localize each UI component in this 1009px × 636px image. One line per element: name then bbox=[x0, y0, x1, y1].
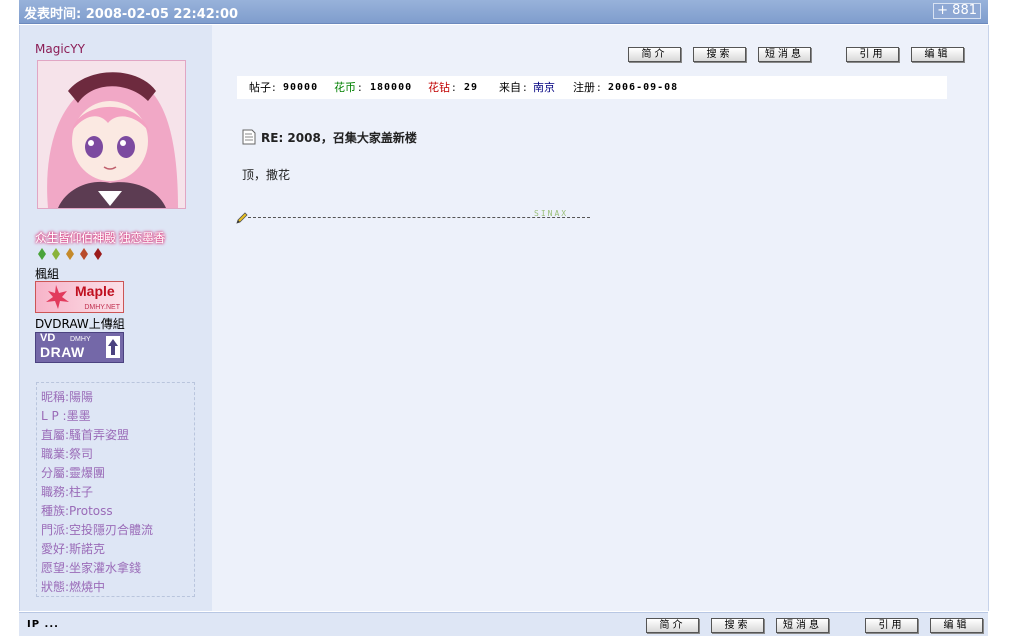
footer-search-button[interactable]: 搜索 bbox=[711, 618, 764, 633]
register-label: 注册 bbox=[573, 81, 595, 94]
dvdraw-badge-logo[interactable]: VD DMHY DRAW bbox=[35, 332, 124, 363]
user-stats-bar: 帖子 : 90000 花币 : 180000 花钻 : 29 来自 : 南京 注… bbox=[237, 76, 947, 99]
from-value: 南京 bbox=[533, 81, 555, 94]
pencil-icon bbox=[236, 212, 248, 224]
user-sidebar: MagicYY 众生皆仰伯神殿 独恋墨香 楓組 Maple DMHY.NET D… bbox=[19, 25, 212, 611]
maple-badge-logo[interactable]: Maple DMHY.NET bbox=[35, 281, 124, 313]
profile-button[interactable]: 简介 bbox=[628, 47, 681, 62]
quote-button[interactable]: 引用 bbox=[846, 47, 899, 62]
document-icon bbox=[242, 129, 256, 145]
post-footer: IP ... 简介 搜索 短消息 引用 编辑 bbox=[19, 612, 988, 636]
coins-label: 花币 bbox=[334, 81, 356, 94]
group-label-maple: 楓組 bbox=[35, 267, 60, 281]
user-signature: 众生皆仰伯神殿 独恋墨香 bbox=[35, 231, 165, 245]
edit-button[interactable]: 编辑 bbox=[911, 47, 964, 62]
profile-wish: 愿望:坐家灌水拿錢 bbox=[41, 561, 142, 575]
profile-lp: L P :墨墨 bbox=[41, 409, 91, 423]
profile-race: 種族:Protoss bbox=[41, 504, 113, 518]
post-title: RE: 2008，召集大家盖新楼 bbox=[261, 131, 417, 145]
floor-number-button[interactable]: + 881 bbox=[933, 3, 981, 19]
posts-label: 帖子 bbox=[249, 81, 271, 94]
signature-logo-text: SINAX bbox=[534, 209, 569, 218]
diamonds-label: 花钻 bbox=[428, 81, 450, 94]
diamonds-value: 29 bbox=[464, 82, 479, 93]
group-label-dvdraw: DVDRAW上傳組 bbox=[35, 317, 125, 331]
post-body: 顶，撒花 bbox=[242, 168, 291, 182]
footer-profile-button[interactable]: 简介 bbox=[646, 618, 699, 633]
profile-nickname: 昵稱:陽陽 bbox=[41, 390, 94, 404]
username-link[interactable]: MagicYY bbox=[35, 42, 85, 56]
from-label: 来自 bbox=[499, 81, 521, 94]
profile-info-box: 昵稱:陽陽 L P :墨墨 直屬:騷首弄姿盟 職業:祭司 分屬:靈爆團 職務:柱… bbox=[36, 382, 195, 597]
profile-status: 狀態:燃燒中 bbox=[41, 580, 106, 594]
post-main: 简介 搜索 短消息 引用 编辑 帖子 : 90000 花币 : 180000 花… bbox=[212, 25, 989, 611]
message-button[interactable]: 短消息 bbox=[758, 47, 811, 62]
posts-value: 90000 bbox=[283, 82, 319, 93]
coins-value: 180000 bbox=[370, 82, 413, 93]
upload-arrow-icon bbox=[106, 336, 120, 358]
profile-division: 分屬:靈爆團 bbox=[41, 466, 106, 480]
profile-position: 職務:柱子 bbox=[41, 485, 94, 499]
register-date: 2006-09-08 bbox=[608, 82, 679, 93]
user-avatar[interactable] bbox=[37, 60, 186, 209]
search-button[interactable]: 搜索 bbox=[693, 47, 746, 62]
profile-school: 門派:空投隱刃合體流 bbox=[41, 523, 154, 537]
post-time: 发表时间: 2008-02-05 22:42:00 bbox=[24, 7, 239, 22]
profile-affiliation: 直屬:騷首弄姿盟 bbox=[41, 428, 130, 442]
ip-label: IP ... bbox=[27, 619, 59, 630]
profile-hobby: 愛好:斯諾克 bbox=[41, 542, 106, 556]
profile-job: 職業:祭司 bbox=[41, 447, 94, 461]
rank-leaves-icon bbox=[35, 247, 107, 264]
footer-quote-button[interactable]: 引用 bbox=[865, 618, 918, 633]
footer-edit-button[interactable]: 编辑 bbox=[930, 618, 983, 633]
post-header: 发表时间: 2008-02-05 22:42:00 + 881 bbox=[19, 0, 988, 24]
footer-message-button[interactable]: 短消息 bbox=[776, 618, 829, 633]
